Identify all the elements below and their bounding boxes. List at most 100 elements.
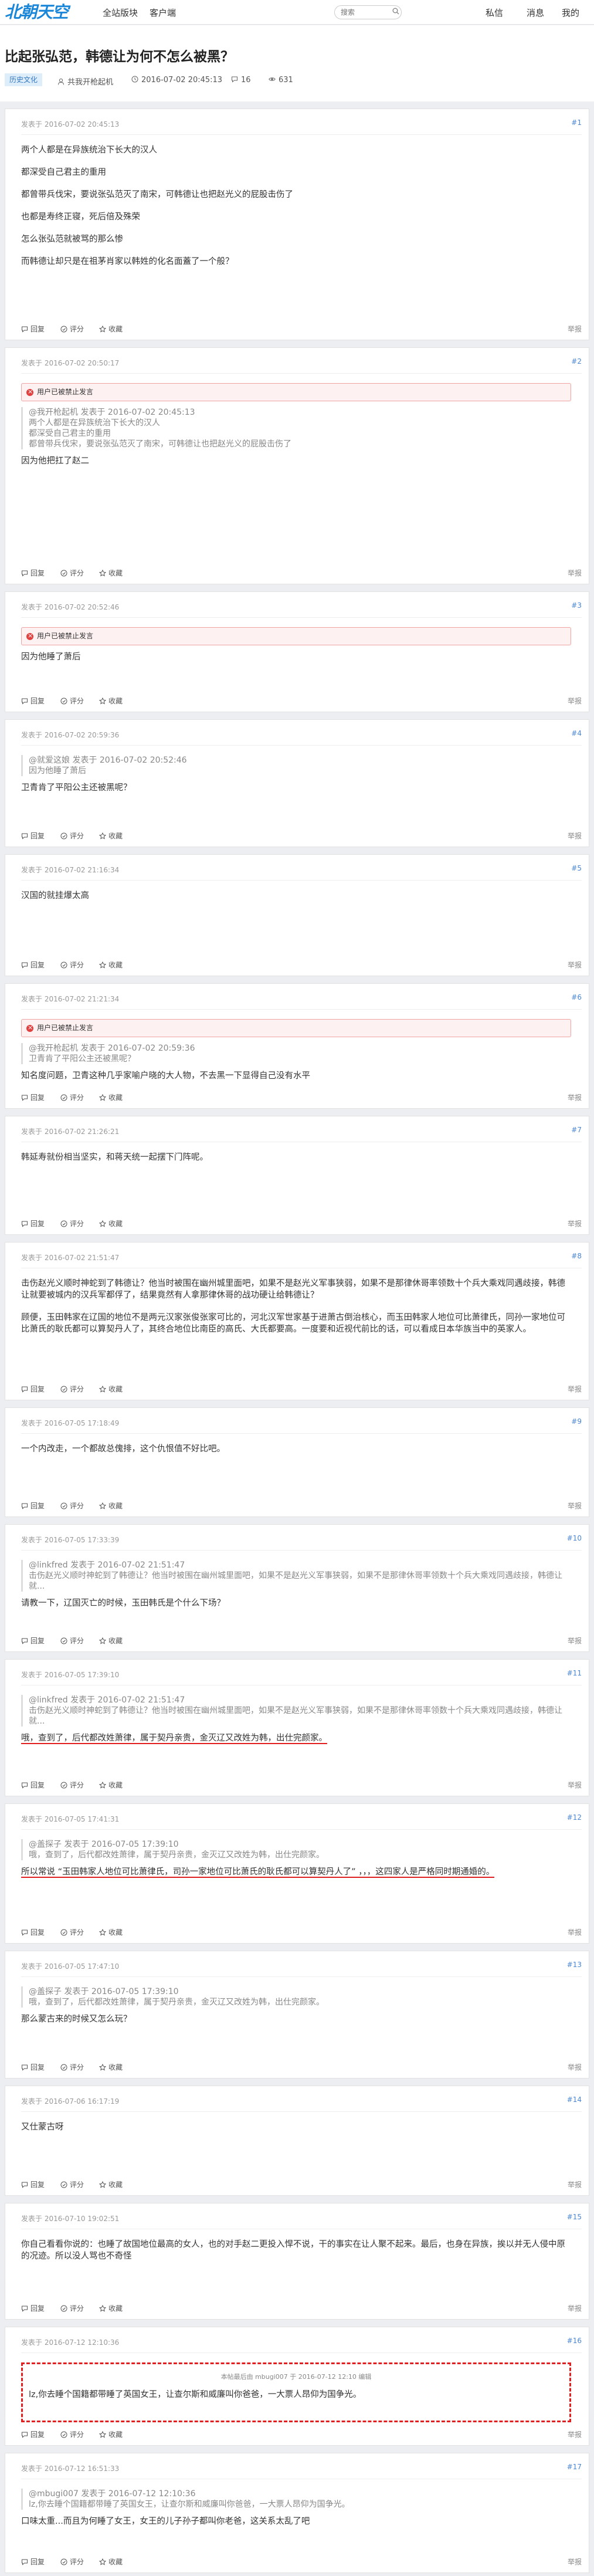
rate-button[interactable]: 评分: [60, 2303, 84, 2313]
floor-number[interactable]: #6: [571, 993, 582, 1001]
rate-button[interactable]: 评分: [60, 568, 84, 578]
reply-button[interactable]: 回复: [21, 568, 45, 578]
report-button[interactable]: 举报: [568, 2062, 582, 2072]
floor-number[interactable]: #11: [567, 1669, 582, 1677]
report-button[interactable]: 举报: [568, 960, 582, 970]
rate-button[interactable]: 评分: [60, 1501, 84, 1511]
rate-button[interactable]: 评分: [60, 1927, 84, 1937]
rate-button[interactable]: 评分: [60, 696, 84, 706]
report-button[interactable]: 举报: [568, 696, 582, 706]
favorite-button[interactable]: 收藏: [99, 2429, 123, 2439]
report-button[interactable]: 举报: [568, 1218, 582, 1228]
reply-button[interactable]: 回复: [21, 1092, 45, 1102]
rate-button[interactable]: 评分: [60, 1636, 84, 1646]
floor-number[interactable]: #12: [567, 1813, 582, 1822]
favorite-button[interactable]: 收藏: [99, 2062, 123, 2072]
floor-number[interactable]: #1: [571, 119, 582, 127]
reply-button[interactable]: 回复: [21, 960, 45, 970]
floor-number[interactable]: #14: [567, 2096, 582, 2104]
reply-button[interactable]: 回复: [21, 324, 45, 334]
favorite-button[interactable]: 收藏: [99, 1384, 123, 1394]
reply-button[interactable]: 回复: [21, 1384, 45, 1394]
rate-button[interactable]: 评分: [60, 2429, 84, 2439]
floor-number[interactable]: #5: [571, 864, 582, 872]
favorite-button[interactable]: 收藏: [99, 1218, 123, 1228]
floor-number[interactable]: #13: [567, 1961, 582, 1969]
rate-button[interactable]: 评分: [60, 1780, 84, 1790]
floor-number[interactable]: #15: [567, 2213, 582, 2221]
report-button[interactable]: 举报: [568, 1384, 582, 1394]
favorite-button[interactable]: 收藏: [99, 960, 123, 970]
report-button[interactable]: 举报: [568, 1927, 582, 1937]
quote-author[interactable]: @我开枪起机 发表于 2016-07-02 20:45:13: [29, 407, 571, 418]
floor-number[interactable]: #3: [571, 601, 582, 610]
report-button[interactable]: 举报: [568, 2179, 582, 2189]
nav-notifications[interactable]: 消息: [527, 6, 544, 19]
reply-button[interactable]: 回复: [21, 2303, 45, 2313]
rate-button[interactable]: 评分: [60, 1092, 84, 1102]
nav-messages[interactable]: 私信: [486, 6, 503, 19]
favorite-button[interactable]: 收藏: [99, 831, 123, 841]
floor-number[interactable]: #8: [571, 1252, 582, 1260]
reply-button[interactable]: 回复: [21, 1636, 45, 1646]
report-button[interactable]: 举报: [568, 1780, 582, 1790]
quote-author[interactable]: @linkfred 发表于 2016-07-02 21:51:47: [29, 1560, 571, 1570]
category-tag[interactable]: 历史文化: [5, 73, 43, 86]
reply-button[interactable]: 回复: [21, 696, 45, 706]
reply-button[interactable]: 回复: [21, 1780, 45, 1790]
floor-number[interactable]: #7: [571, 1126, 582, 1134]
author-name[interactable]: 共我开枪起机: [67, 78, 113, 87]
favorite-button[interactable]: 收藏: [99, 696, 123, 706]
quote-author[interactable]: @盖探子 发表于 2016-07-05 17:39:10: [29, 1986, 571, 1997]
favorite-button[interactable]: 收藏: [99, 1780, 123, 1790]
reply-button[interactable]: 回复: [21, 831, 45, 841]
reply-button[interactable]: 回复: [21, 2429, 45, 2439]
rate-button[interactable]: 评分: [60, 1218, 84, 1228]
report-button[interactable]: 举报: [568, 1636, 582, 1646]
quote-author[interactable]: @我开枪起机 发表于 2016-07-02 20:59:36: [29, 1043, 571, 1054]
favorite-button[interactable]: 收藏: [99, 1636, 123, 1646]
favorite-button[interactable]: 收藏: [99, 2557, 123, 2567]
search-input[interactable]: [334, 5, 402, 19]
floor-number[interactable]: #2: [571, 357, 582, 365]
report-button[interactable]: 举报: [568, 2429, 582, 2439]
reply-button[interactable]: 回复: [21, 1501, 45, 1511]
report-button[interactable]: 举报: [568, 1092, 582, 1102]
rate-button[interactable]: 评分: [60, 2179, 84, 2189]
rate-button[interactable]: 评分: [60, 831, 84, 841]
report-button[interactable]: 举报: [568, 568, 582, 578]
quote-author[interactable]: @就爱这娘 发表于 2016-07-02 20:52:46: [29, 755, 571, 766]
thread-author[interactable]: 共我开枪起机: [57, 76, 113, 87]
nav-client[interactable]: 客户端: [150, 6, 176, 19]
reply-button[interactable]: 回复: [21, 2179, 45, 2189]
rate-button[interactable]: 评分: [60, 2557, 84, 2567]
nav-all-boards[interactable]: 全站版块: [103, 6, 138, 19]
rate-button[interactable]: 评分: [60, 2062, 84, 2072]
report-button[interactable]: 举报: [568, 324, 582, 334]
favorite-button[interactable]: 收藏: [99, 2179, 123, 2189]
report-button[interactable]: 举报: [568, 2303, 582, 2313]
floor-number[interactable]: #17: [567, 2463, 582, 2471]
rate-button[interactable]: 评分: [60, 960, 84, 970]
favorite-button[interactable]: 收藏: [99, 1501, 123, 1511]
report-button[interactable]: 举报: [568, 2557, 582, 2567]
floor-number[interactable]: #10: [567, 1534, 582, 1542]
reply-button[interactable]: 回复: [21, 2557, 45, 2567]
report-button[interactable]: 举报: [568, 831, 582, 841]
search-icon[interactable]: [392, 8, 399, 15]
favorite-button[interactable]: 收藏: [99, 1092, 123, 1102]
reply-button[interactable]: 回复: [21, 2062, 45, 2072]
quote-author[interactable]: @mbugi007 发表于 2016-07-12 12:10:36: [29, 2489, 571, 2499]
floor-number[interactable]: #9: [571, 1417, 582, 1426]
nav-me[interactable]: 我的: [562, 6, 579, 19]
rate-button[interactable]: 评分: [60, 324, 84, 334]
favorite-button[interactable]: 收藏: [99, 324, 123, 334]
reply-button[interactable]: 回复: [21, 1927, 45, 1937]
favorite-button[interactable]: 收藏: [99, 2303, 123, 2313]
favorite-button[interactable]: 收藏: [99, 568, 123, 578]
report-button[interactable]: 举报: [568, 1501, 582, 1511]
floor-number[interactable]: #16: [567, 2337, 582, 2345]
floor-number[interactable]: #4: [571, 729, 582, 737]
rate-button[interactable]: 评分: [60, 1384, 84, 1394]
reply-button[interactable]: 回复: [21, 1218, 45, 1228]
